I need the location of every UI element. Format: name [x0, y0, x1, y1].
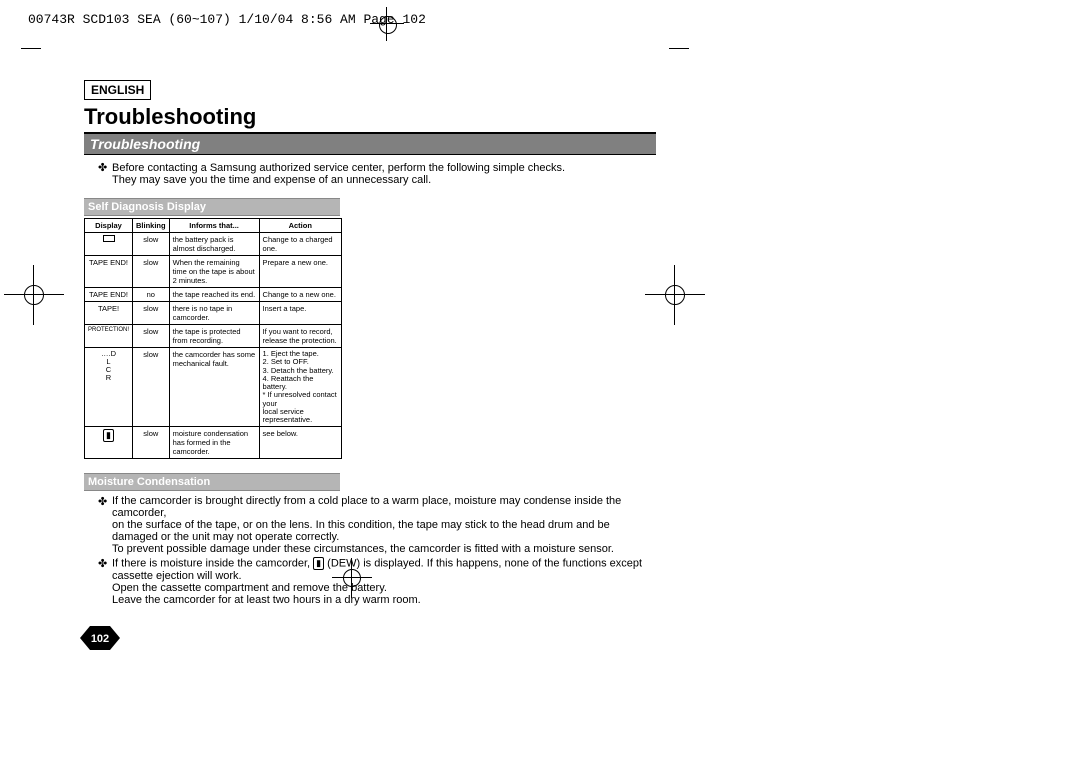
cell-blinking: slow: [133, 302, 170, 325]
table-row: TAPE END! no the tape reached its end. C…: [85, 288, 342, 302]
dew-icon: ▮: [313, 557, 324, 570]
bullet-icon: ✤: [98, 161, 112, 174]
cell-display: ▮: [85, 427, 133, 459]
cell-display: ….D L C R: [85, 348, 133, 427]
page-number-badge: 102: [80, 624, 652, 652]
cell-informs: the tape is protected from recording.: [169, 325, 259, 348]
cell-display: TAPE END!: [85, 256, 133, 288]
cell-informs: When the remaining time on the tape is a…: [169, 256, 259, 288]
col-informs: Informs that...: [169, 219, 259, 233]
cell-informs: there is no tape in camcorder.: [169, 302, 259, 325]
intro-text: ✤Before contacting a Samsung authorized …: [98, 161, 656, 186]
self-diagnosis-table: Display Blinking Informs that... Action …: [84, 218, 342, 459]
self-diagnosis-heading: Self Diagnosis Display: [84, 198, 340, 216]
table-row: ….D L C R slow the camcorder has some me…: [85, 348, 342, 427]
cell-blinking: slow: [133, 348, 170, 427]
language-label: ENGLISH: [84, 80, 151, 100]
table-row: TAPE! slow there is no tape in camcorder…: [85, 302, 342, 325]
table-row: PROTECTION! slow the tape is protected f…: [85, 325, 342, 348]
cell-action: Change to a charged one.: [259, 233, 341, 256]
dew-icon: ▮: [103, 429, 114, 442]
cell-informs: the camcorder has some mechanical fault.: [169, 348, 259, 427]
cell-blinking: slow: [133, 427, 170, 459]
manual-page: ENGLISH Troubleshooting Troubleshooting …: [84, 80, 656, 652]
cell-blinking: no: [133, 288, 170, 302]
registration-mark-top: [370, 7, 404, 41]
page-number: 102: [91, 633, 109, 645]
crop-mark: [21, 48, 41, 49]
cell-blinking: slow: [133, 325, 170, 348]
moisture-condensation-heading: Moisture Condensation: [84, 473, 340, 491]
cell-display: TAPE!: [85, 302, 133, 325]
mc-paragraph-1: If the camcorder is brought directly fro…: [112, 495, 656, 555]
cell-action: 1. Eject the tape. 2. Set to OFF. 3. Det…: [259, 348, 341, 427]
cell-action: Insert a tape.: [259, 302, 341, 325]
cell-display: PROTECTION!: [85, 325, 133, 348]
col-action: Action: [259, 219, 341, 233]
page-title: Troubleshooting: [84, 104, 656, 130]
intro-line-2: They may save you the time and expense o…: [112, 174, 431, 186]
section-title-bar: Troubleshooting: [84, 132, 656, 155]
crop-mark: [669, 48, 689, 49]
intro-line-1: Before contacting a Samsung authorized s…: [112, 162, 565, 174]
cell-informs: moisture condensation has formed in the …: [169, 427, 259, 459]
registration-mark-left: [4, 265, 64, 325]
bullet-icon: ✤: [98, 557, 112, 606]
col-blinking: Blinking: [133, 219, 170, 233]
cell-display: [85, 233, 133, 256]
col-display: Display: [85, 219, 133, 233]
bullet-icon: ✤: [98, 495, 112, 555]
cell-action: see below.: [259, 427, 341, 459]
cell-display: TAPE END!: [85, 288, 133, 302]
mc-paragraph-2: If there is moisture inside the camcorde…: [112, 557, 656, 606]
cell-action: Prepare a new one.: [259, 256, 341, 288]
cell-blinking: slow: [133, 233, 170, 256]
table-row: ▮ slow moisture condensation has formed …: [85, 427, 342, 459]
cell-informs: the battery pack is almost discharged.: [169, 233, 259, 256]
cell-blinking: slow: [133, 256, 170, 288]
print-header: 00743R SCD103 SEA (60~107) 1/10/04 8:56 …: [28, 12, 426, 27]
cell-action: If you want to record, release the prote…: [259, 325, 341, 348]
table-row: TAPE END! slow When the remaining time o…: [85, 256, 342, 288]
table-row: slow the battery pack is almost discharg…: [85, 233, 342, 256]
cell-action: Change to a new one.: [259, 288, 341, 302]
moisture-condensation-text: ✤ If the camcorder is brought directly f…: [98, 495, 656, 606]
cell-informs: the tape reached its end.: [169, 288, 259, 302]
